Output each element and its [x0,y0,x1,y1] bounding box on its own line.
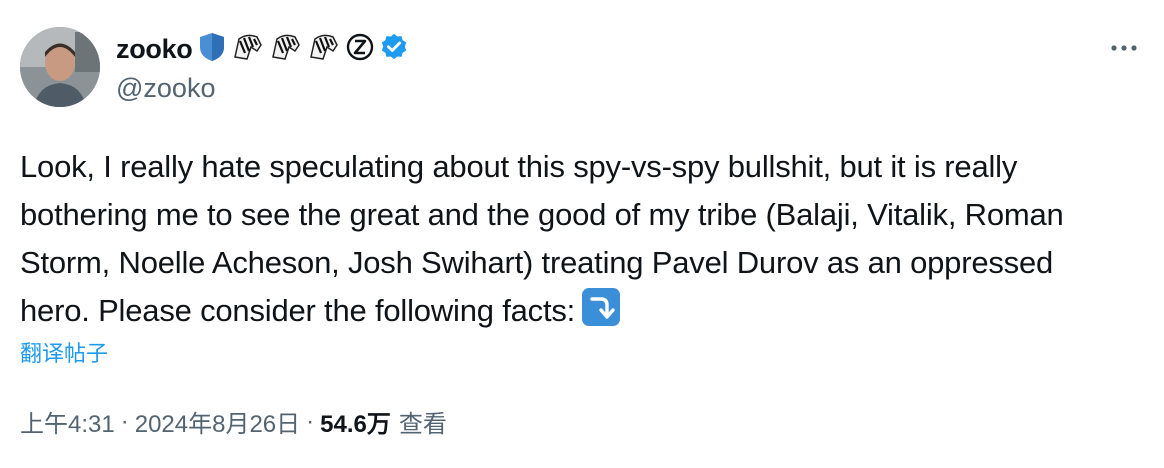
views-label: 查看 [398,411,447,438]
more-options-icon[interactable] [1108,36,1140,60]
author-handle[interactable]: @zooko [116,73,215,104]
zebra-icon [307,31,341,68]
circled-z-icon [345,32,375,67]
verified-badge-icon[interactable] [379,32,409,67]
shield-icon [197,31,227,68]
zebra-icon [231,31,265,68]
tweet-time[interactable]: 上午4:31 [20,404,115,439]
translate-post-link[interactable]: 翻译帖子 [20,336,108,368]
tweet-date[interactable]: 2024年8月26日 [135,404,300,439]
meta-separator: · [120,407,129,435]
author-name-row: zooko [116,31,409,67]
author-display-name[interactable]: zooko [116,34,193,65]
meta-separator: · [306,407,315,435]
right-arrow-curving-down-icon [581,287,621,327]
tweet-text: Look, I really hate speculating about th… [20,143,1130,335]
views-count[interactable]: 54.6万 [320,404,391,439]
author-avatar[interactable] [20,27,100,107]
tweet-meta: 上午4:31 · 2024年8月26日 · 54.6万 查看 [20,404,447,439]
avatar-photo [20,27,100,107]
zebra-icon [269,31,303,68]
tweet-text-body: Look, I really hate speculating about th… [20,149,1064,328]
